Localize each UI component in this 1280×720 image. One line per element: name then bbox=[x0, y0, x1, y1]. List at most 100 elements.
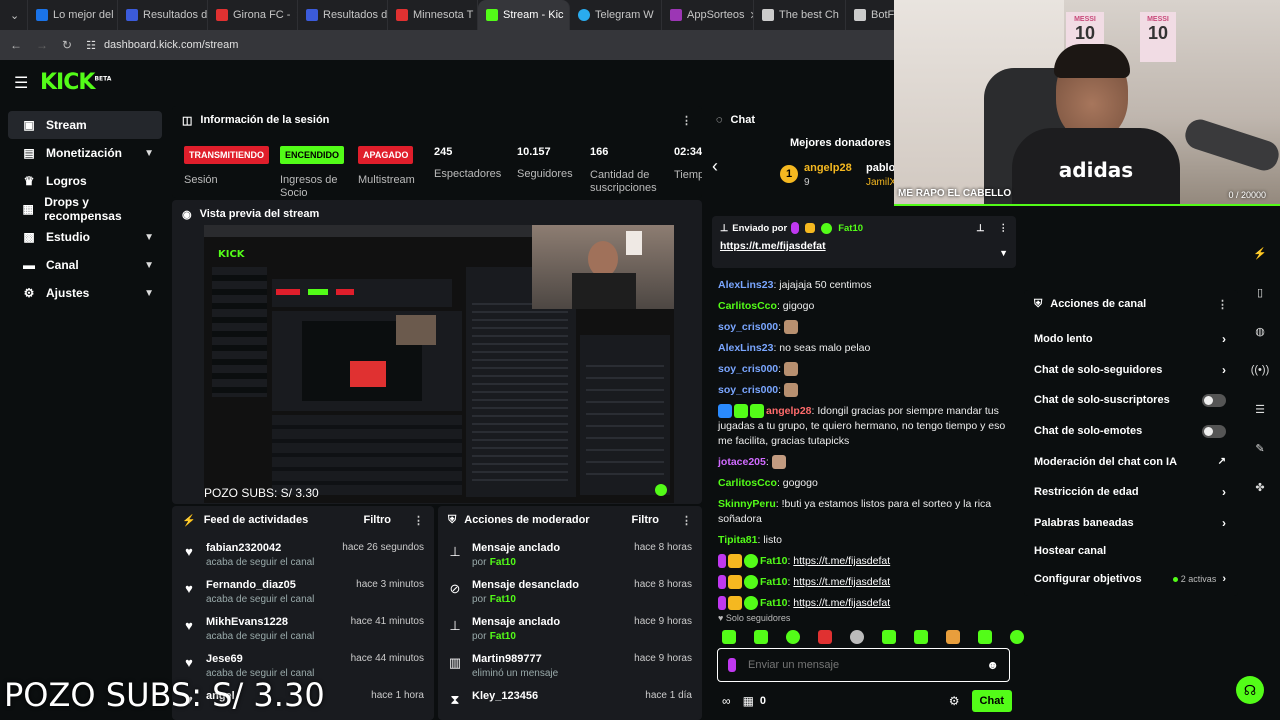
feed-user[interactable]: fabian2320042 bbox=[206, 542, 332, 554]
mod-action-user[interactable]: Fat10 bbox=[490, 631, 516, 642]
emote-icon[interactable] bbox=[754, 630, 768, 644]
action-palabras-baneadas[interactable]: Palabras baneadas › bbox=[1024, 508, 1238, 539]
chat-username[interactable]: soy_cris000 bbox=[718, 384, 778, 396]
mod-action-user[interactable]: Fat10 bbox=[490, 557, 516, 568]
points-icon[interactable]: ∞ bbox=[722, 694, 731, 708]
browser-tab[interactable]: The best Ch✕ bbox=[754, 0, 846, 30]
back-icon[interactable]: ← bbox=[10, 38, 22, 52]
site-info-icon[interactable]: ☷ bbox=[86, 39, 96, 52]
tab-list-button[interactable]: ⌄ bbox=[4, 0, 28, 30]
chevron-left-icon[interactable]: ‹ bbox=[712, 156, 718, 177]
action-restriccion-edad[interactable]: Restricción de edad › bbox=[1024, 477, 1238, 508]
chat-username[interactable]: AlexLins23 bbox=[718, 342, 773, 354]
sidebar-item-estudio[interactable]: ▩ Estudio ▼ bbox=[8, 223, 162, 251]
emotes-only-toggle[interactable] bbox=[1202, 424, 1226, 438]
gift-icon[interactable]: ▦ bbox=[743, 694, 754, 708]
sidebar-item-stream[interactable]: ▣ Stream bbox=[8, 111, 162, 139]
emote-icon[interactable] bbox=[882, 630, 896, 644]
gear-icon[interactable]: ⚙ bbox=[949, 694, 960, 708]
action-configurar-objetivos[interactable]: Configurar objetivos 2 activas › bbox=[1024, 564, 1238, 595]
mod-action-user[interactable]: Fat10 bbox=[490, 594, 516, 605]
feed-user[interactable]: Jese69 bbox=[206, 653, 341, 665]
chat-username[interactable]: Fat10 bbox=[760, 597, 787, 609]
filter-button[interactable]: Filtro bbox=[364, 514, 392, 526]
menu-icon[interactable]: ☰ bbox=[14, 73, 28, 93]
feed-user[interactable]: MikhEvans1228 bbox=[206, 616, 341, 628]
sidebar-item-canal[interactable]: ▬ Canal ▼ bbox=[8, 251, 162, 279]
url-field[interactable]: ☷ dashboard.kick.com/stream bbox=[86, 39, 238, 52]
chat-username[interactable]: Tipita81 bbox=[718, 534, 758, 546]
chat-input-box[interactable]: ☻ bbox=[717, 648, 1010, 682]
browser-tab-active[interactable]: Stream - Kic✕ bbox=[478, 0, 570, 30]
browser-tab[interactable]: Telegram W bbox=[570, 0, 662, 30]
emote-icon[interactable] bbox=[914, 630, 928, 644]
mod-action-title[interactable]: Kley_123456 bbox=[472, 690, 635, 702]
action-hostear-canal[interactable]: Hostear canal bbox=[1024, 538, 1238, 564]
sidebar-item-ajustes[interactable]: ⚙ Ajustes ▼ bbox=[8, 279, 162, 307]
emote-icon[interactable] bbox=[978, 630, 992, 644]
chat-input[interactable] bbox=[748, 659, 977, 671]
subs-only-toggle[interactable] bbox=[1202, 393, 1226, 407]
browser-tab[interactable]: AppSorteos✕ bbox=[662, 0, 754, 30]
pinned-user[interactable]: Fat10 bbox=[838, 223, 863, 234]
chat-username[interactable]: Fat10 bbox=[760, 576, 787, 588]
chat-username[interactable]: CarlitosCco bbox=[718, 300, 777, 312]
chat-link[interactable]: https://t.me/fijasdefat bbox=[793, 576, 890, 588]
document-icon[interactable]: ▯ bbox=[1249, 281, 1271, 303]
browser-tab[interactable]: Resultados d✕ bbox=[118, 0, 208, 30]
wrench-icon[interactable]: ✎ bbox=[1249, 437, 1271, 459]
donor-name[interactable]: angelp28 bbox=[804, 162, 852, 174]
chat-message: angelp28: Idongil gracias por siempre ma… bbox=[718, 404, 1008, 449]
reload-icon[interactable]: ↻ bbox=[62, 38, 72, 52]
puzzle-icon[interactable]: ✤ bbox=[1249, 476, 1271, 498]
browser-tab[interactable]: Resultados d✕ bbox=[298, 0, 388, 30]
chat-username[interactable]: Fat10 bbox=[760, 555, 787, 567]
support-button[interactable]: ☊ bbox=[1236, 676, 1264, 704]
chat-username[interactable]: AlexLins23 bbox=[718, 279, 773, 291]
browser-tab[interactable]: Lo mejor del✕ bbox=[28, 0, 118, 30]
chat-link[interactable]: https://t.me/fijasdefat bbox=[793, 597, 890, 609]
chat-username[interactable]: soy_cris000 bbox=[718, 321, 778, 333]
pinned-link[interactable]: https://t.me/fijasdefat bbox=[720, 240, 1008, 252]
channel-actions-panel: ⛨ Acciones de canal ⋮ Modo lento › Chat de … bbox=[1024, 290, 1238, 596]
sidebar-item-drops[interactable]: ▦ Drops y recompensas bbox=[8, 195, 162, 223]
emote-icon[interactable] bbox=[818, 630, 832, 644]
action-modo-lento[interactable]: Modo lento › bbox=[1024, 324, 1238, 355]
chat-username[interactable]: SkinnyPeru bbox=[718, 498, 776, 510]
chat-username[interactable]: angelp28 bbox=[766, 405, 812, 417]
emote-icon[interactable] bbox=[786, 630, 800, 644]
emote-icon[interactable] bbox=[1010, 630, 1024, 644]
chat-link[interactable]: https://t.me/fijasdefat bbox=[793, 555, 890, 567]
sidebar-item-logros[interactable]: ♛ Logros bbox=[8, 167, 162, 195]
kick-logo[interactable]: KICKBETA bbox=[40, 70, 111, 95]
filter-button[interactable]: Filtro bbox=[632, 514, 660, 526]
more-icon[interactable]: ⋮ bbox=[999, 223, 1009, 234]
pin-icon[interactable]: ⊥ bbox=[976, 223, 984, 234]
feed-user[interactable]: Fernando_diaz05 bbox=[206, 579, 346, 591]
emote-icon[interactable] bbox=[946, 630, 960, 644]
chevron-down-icon[interactable]: ▼ bbox=[999, 248, 1008, 258]
chat-username[interactable]: jotace205 bbox=[718, 456, 766, 468]
emote-icon[interactable] bbox=[850, 630, 864, 644]
more-icon[interactable]: ⋮ bbox=[1217, 298, 1228, 311]
sidebar-item-monetizacion[interactable]: ▤ Monetización ▼ bbox=[8, 139, 162, 167]
action-moderacion-ia[interactable]: Moderación del chat con IA ↗ bbox=[1024, 446, 1238, 477]
mod-action-title[interactable]: Martin989777 bbox=[472, 653, 624, 665]
chat-bubble-icon[interactable]: ◍ bbox=[1249, 320, 1271, 342]
send-chat-button[interactable]: Chat bbox=[971, 690, 1012, 712]
lightning-icon[interactable]: ⚡ bbox=[1249, 242, 1271, 264]
emoji-icon[interactable]: ☻ bbox=[986, 658, 999, 672]
broadcast-icon[interactable]: ((•)) bbox=[1249, 359, 1271, 381]
emote-icon[interactable] bbox=[722, 630, 736, 644]
chat-username[interactable]: CarlitosCco bbox=[718, 477, 777, 489]
chat-username[interactable]: soy_cris000 bbox=[718, 363, 778, 375]
browser-tab[interactable]: Minnesota T✕ bbox=[388, 0, 478, 30]
action-solo-seguidores[interactable]: Chat de solo-seguidores › bbox=[1024, 355, 1238, 386]
browser-tab[interactable]: Girona FC -✕ bbox=[208, 0, 298, 30]
stat-label: Multistream bbox=[358, 174, 415, 186]
more-icon[interactable]: ⋮ bbox=[681, 514, 692, 527]
more-icon[interactable]: ⋮ bbox=[681, 114, 692, 127]
forward-icon[interactable]: → bbox=[36, 38, 48, 52]
list-icon[interactable]: ☰ bbox=[1249, 398, 1271, 420]
more-icon[interactable]: ⋮ bbox=[413, 514, 424, 527]
